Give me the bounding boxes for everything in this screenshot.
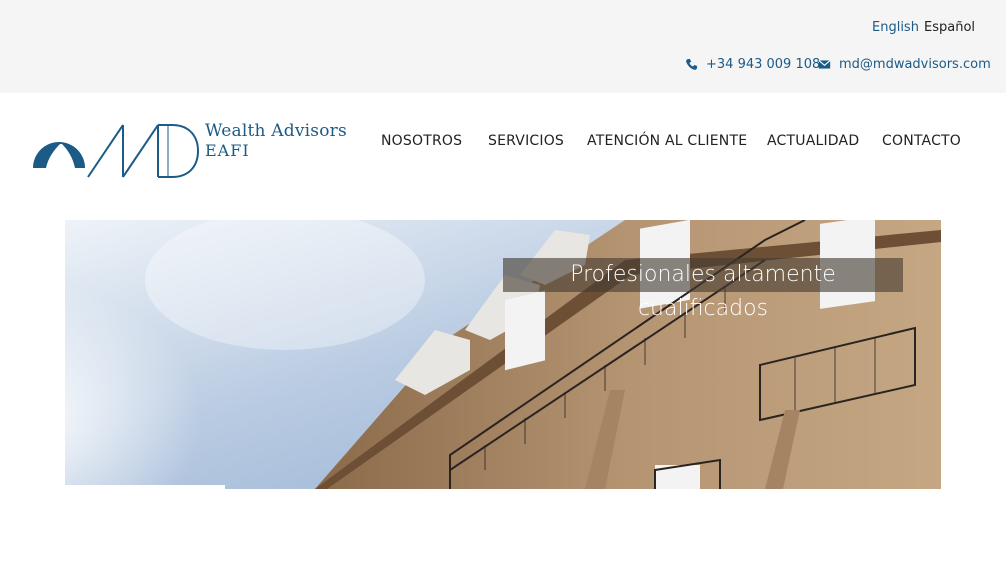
phone-icon [686,58,698,70]
nav-nosotros[interactable]: NOSOTROS [381,133,462,149]
envelope-icon [818,60,831,69]
top-bar: English Español +34 943 009 108 md@mdwad… [0,0,1006,93]
nav-atencion-al-cliente[interactable]: ATENCIÓN AL CLIENTE [587,133,747,149]
language-spanish-link[interactable]: Español [924,20,975,35]
nav-servicios[interactable]: SERVICIOS [488,133,564,149]
brand-subtitle: EAFI [205,141,250,160]
email-contact[interactable]: md@mdwadvisors.com [818,57,991,72]
phone-contact[interactable]: +34 943 009 108 [685,57,820,72]
nav-actualidad[interactable]: ACTUALIDAD [767,133,859,149]
language-english-link[interactable]: English [872,20,919,35]
nav-contacto[interactable]: CONTACTO [882,133,961,149]
phone-number[interactable]: +34 943 009 108 [706,57,820,72]
hero-caption: Profesionales altamente cualificados [503,258,903,321]
email-address[interactable]: md@mdwadvisors.com [839,57,991,72]
brand-name: Wealth Advisors [205,121,347,141]
hero-bottom-strip [65,485,225,489]
